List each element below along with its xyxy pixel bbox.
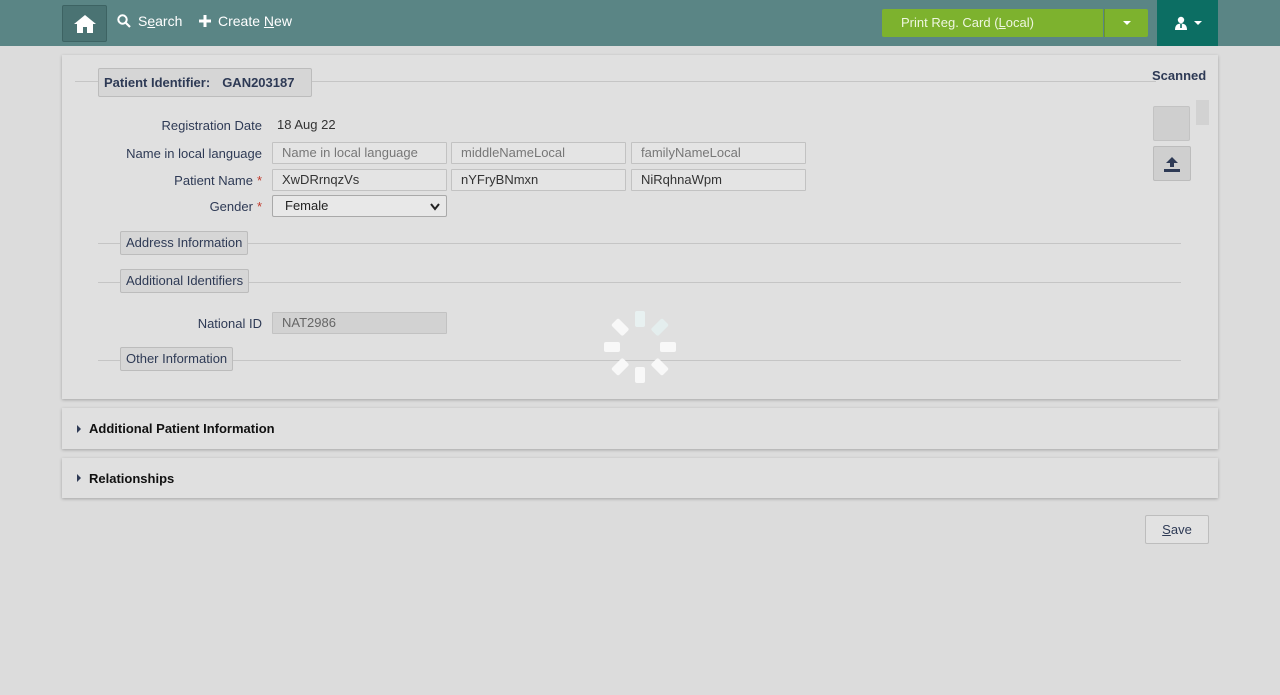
gender-select[interactable]: Female <box>272 195 447 217</box>
chevron-down-icon <box>430 203 440 211</box>
save-button[interactable]: Save <box>1145 515 1209 544</box>
scanned-heading: Scanned <box>1152 68 1207 83</box>
search-label: Search <box>138 13 183 29</box>
user-icon <box>1174 16 1187 30</box>
caret-right-icon <box>77 424 81 433</box>
registration-date-value: 18 Aug 22 <box>277 117 336 132</box>
required-mark: * <box>256 199 262 214</box>
address-information-legend[interactable]: Address Information <box>120 231 249 255</box>
scanned-photo-placeholder <box>1153 106 1190 141</box>
user-menu-button[interactable] <box>1157 0 1218 46</box>
local-name-label: Name in local language <box>126 146 262 161</box>
local-middle-name-input[interactable]: middleNameLocal <box>451 142 626 164</box>
patient-identifier-legend: Patient Identifier: GAN203187 <box>98 68 312 97</box>
family-name-input[interactable]: NiRqhnaWpm <box>631 169 806 191</box>
registration-date-label: Registration Date <box>161 118 262 133</box>
chevron-down-icon <box>1193 21 1202 25</box>
address-divider <box>98 243 1181 244</box>
national-id-label: National ID <box>197 316 262 331</box>
required-mark: * <box>256 173 262 188</box>
home-icon <box>73 14 96 33</box>
other-information-legend[interactable]: Other Information <box>120 347 234 371</box>
local-family-name-input[interactable]: familyNameLocal <box>631 142 806 164</box>
additional-patient-information-title: Additional Patient Information <box>89 421 275 436</box>
loading-spinner-icon <box>604 311 676 383</box>
additional-identifiers-legend[interactable]: Additional Identifiers <box>120 269 250 293</box>
national-id-input[interactable]: NAT2986 <box>272 312 447 334</box>
relationships-section[interactable]: Relationships <box>62 458 1218 498</box>
search-link[interactable]: Search <box>117 13 182 29</box>
local-given-name-input[interactable]: Name in local language <box>272 142 447 164</box>
caret-right-icon <box>77 474 81 482</box>
create-new-label: Create New <box>218 13 292 29</box>
plus-icon <box>199 15 211 27</box>
relationships-title: Relationships <box>89 470 175 486</box>
print-reg-card-button[interactable]: Print Reg. Card (Local) <box>882 9 1103 37</box>
patient-name-label: Patient Name * <box>174 173 262 188</box>
identifiers-divider <box>98 282 1181 283</box>
middle-name-input[interactable]: nYFryBNmxn <box>451 169 626 191</box>
gender-selected-value: Female <box>285 198 329 213</box>
gender-label: Gender * <box>209 199 262 214</box>
upload-icon <box>1164 156 1180 172</box>
upload-button[interactable] <box>1153 146 1191 181</box>
search-icon <box>117 14 131 28</box>
patient-identifier-value: GAN203187 <box>222 75 295 90</box>
create-new-link[interactable]: Create New <box>199 13 292 29</box>
additional-patient-information-section[interactable]: Additional Patient Information <box>62 408 1218 449</box>
given-name-input[interactable]: XwDRrnqzVs <box>272 169 447 191</box>
chevron-down-icon <box>1122 21 1131 25</box>
print-options-dropdown[interactable] <box>1104 9 1148 37</box>
patient-identifier-label: Patient Identifier: <box>104 75 211 90</box>
scanned-scrollbar[interactable] <box>1196 100 1209 125</box>
top-nav-bar: Search Create New Print Reg. Card (Local… <box>0 0 1280 46</box>
home-button[interactable] <box>62 5 107 42</box>
